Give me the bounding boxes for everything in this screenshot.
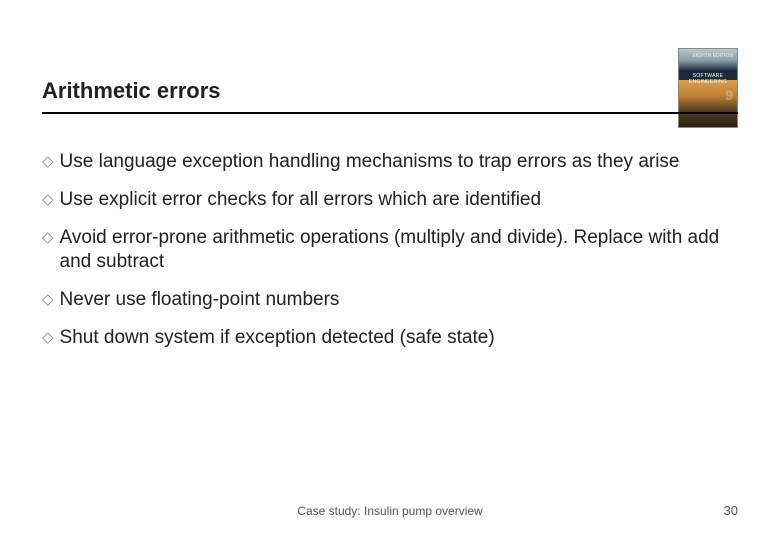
diamond-icon: ◇ bbox=[42, 188, 54, 212]
bullet-item: ◇ Never use floating-point numbers bbox=[42, 288, 738, 312]
diamond-icon: ◇ bbox=[42, 288, 54, 312]
slide-header: Arithmetic errors bbox=[42, 78, 738, 114]
footer-case-study: Case study: Insulin pump overview bbox=[72, 504, 708, 518]
page-number: 30 bbox=[708, 503, 738, 518]
bullet-item: ◇ Use language exception handling mechan… bbox=[42, 150, 738, 174]
bullet-text: Avoid error-prone arithmetic operations … bbox=[60, 226, 738, 274]
bullet-item: ◇ Use explicit error checks for all erro… bbox=[42, 188, 738, 212]
diamond-icon: ◇ bbox=[42, 326, 54, 350]
bullet-item: ◇ Shut down system if exception detected… bbox=[42, 326, 738, 350]
bullet-item: ◇ Avoid error-prone arithmetic operation… bbox=[42, 226, 738, 274]
book-edition: EIGHTH EDITION bbox=[692, 53, 733, 59]
diamond-icon: ◇ bbox=[42, 150, 54, 174]
diamond-icon: ◇ bbox=[42, 226, 54, 250]
bullet-text: Never use floating-point numbers bbox=[60, 288, 738, 312]
slide-footer: Case study: Insulin pump overview 30 bbox=[42, 503, 738, 518]
slide-content: ◇ Use language exception handling mechan… bbox=[42, 150, 738, 364]
bullet-text: Shut down system if exception detected (… bbox=[60, 326, 738, 350]
bullet-text: Use explicit error checks for all errors… bbox=[60, 188, 738, 212]
slide-title: Arithmetic errors bbox=[42, 78, 221, 104]
bullet-text: Use language exception handling mechanis… bbox=[60, 150, 738, 174]
